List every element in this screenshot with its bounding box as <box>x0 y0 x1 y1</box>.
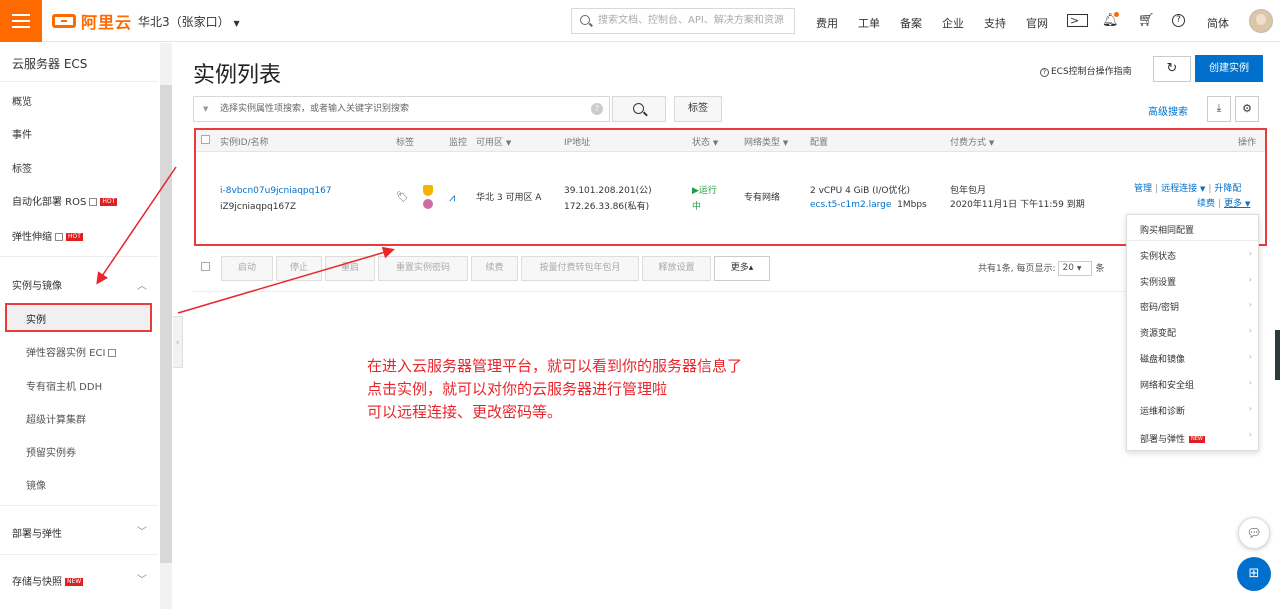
annotation-line: 点击实例，就可以对你的云服务器进行管理啦 <box>367 380 668 398</box>
annotation-text: 在进入云服务器管理平台，就可以看到你的服务器信息了 点击实例，就可以对你的云服务… <box>367 355 742 424</box>
chat-icon: 💬︎ <box>1246 526 1262 540</box>
app-grid-button[interactable]: ⊞ <box>1237 557 1271 591</box>
edge-widget <box>1275 330 1280 380</box>
annotation-arrows <box>96 166 395 314</box>
arrow-to-table <box>177 246 395 314</box>
annotation-line: 在进入云服务器管理平台，就可以看到你的服务器信息了 <box>367 357 743 375</box>
arrow-to-sidebar <box>96 166 177 285</box>
grid-icon: ⊞ <box>1248 566 1260 581</box>
chat-support-button[interactable]: 💬︎ <box>1238 517 1270 549</box>
annotation-line: 可以远程连接、更改密码等。 <box>367 403 563 421</box>
